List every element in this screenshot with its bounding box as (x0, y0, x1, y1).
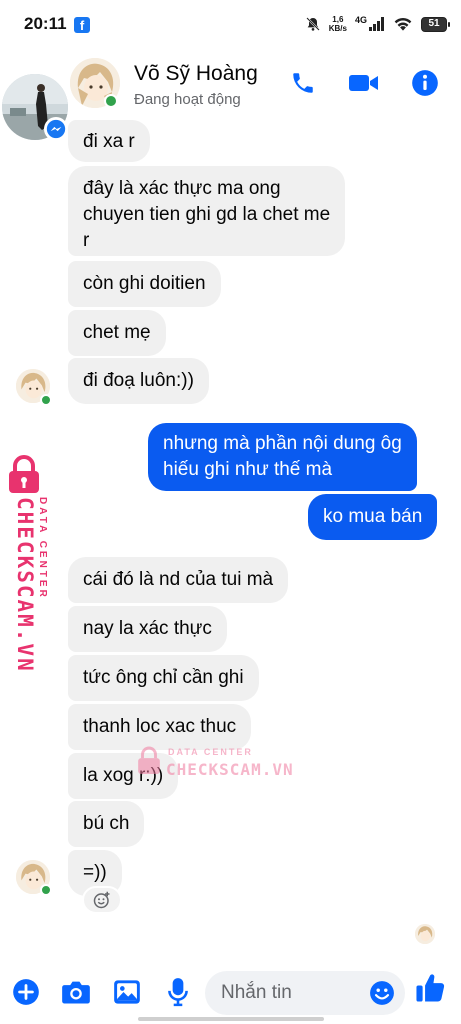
video-icon (349, 75, 378, 91)
message-input[interactable]: Nhắn tin (205, 971, 405, 1015)
message-bubble-outgoing[interactable]: nhưng mà phần nội dung ôg hiếu ghi như t… (148, 423, 417, 491)
watermark-side-main: CHECKSCAM.VN (13, 497, 37, 673)
conversation-header: Võ Sỹ Hoàng Đang hoạt động (0, 50, 461, 116)
online-indicator (40, 394, 52, 406)
message-bubble-incoming[interactable]: còn ghi doitien (68, 261, 221, 307)
like-icon (416, 974, 445, 1002)
network-type: 4G (354, 15, 367, 25)
mute-icon (306, 17, 320, 31)
voice-call-button[interactable] (288, 68, 318, 98)
lock-watermark-icon (9, 455, 39, 493)
home-indicator[interactable] (138, 1017, 324, 1021)
watermark-side-top: DATA CENTER (37, 497, 48, 600)
add-reaction-icon (93, 891, 110, 909)
emoji-icon (370, 981, 394, 1005)
battery-icon: 51 (421, 16, 450, 32)
message-text-line: hiếu ghi như thế mà (163, 459, 333, 480)
message-text: đi xa r (83, 131, 135, 152)
conversation-info-button[interactable] (410, 68, 440, 98)
lock-watermark-icon (138, 746, 160, 774)
message-text: cái đó là nd của tui mà (83, 569, 274, 590)
online-indicator (104, 94, 118, 108)
status-bar: 20:11 f 1,6 KB/s 4G 51 (0, 0, 461, 50)
camera-icon (62, 981, 90, 1004)
message-bubble-incoming[interactable]: đây là xác thực ma ong chuyen tien ghi g… (68, 166, 346, 256)
signal-icon: 4G (354, 15, 385, 31)
message-text: bú ch (83, 813, 130, 834)
mic-icon (168, 978, 188, 1007)
message-bubble-incoming[interactable]: cái đó là nd của tui mà (68, 557, 289, 603)
message-bubble-incoming[interactable]: đi xa r (68, 120, 150, 162)
wifi-icon (394, 17, 412, 31)
message-bubble-incoming[interactable]: bú ch (68, 801, 145, 847)
phone-icon (293, 73, 313, 93)
plus-icon (13, 979, 39, 1005)
watermark-side: DATA CENTER CHECKSCAM.VN (4, 455, 48, 673)
watermark-center-main: CHECKSCAM.VN (166, 760, 294, 779)
message-text: nay la xác thực (83, 618, 212, 639)
messenger-badge (44, 117, 68, 141)
network-speed: 1,6 KB/s (329, 15, 347, 33)
message-bubble-incoming[interactable]: đi đoạ luôn:)) (68, 358, 209, 404)
message-composer: Nhắn tin (0, 966, 461, 1024)
add-reaction-button[interactable] (82, 886, 122, 914)
message-text: thanh loc xac thuc (83, 716, 237, 737)
gallery-button[interactable] (111, 976, 143, 1008)
message-bubble-incoming[interactable]: nay la xác thực (68, 606, 227, 652)
contact-status: Đang hoạt động (134, 91, 241, 108)
camera-button[interactable] (60, 976, 92, 1008)
contact-name[interactable]: Võ Sỹ Hoàng (134, 62, 258, 86)
facebook-notification-icon: f (74, 17, 90, 33)
message-text-line: nhưng mà phần nội dung ôg (163, 433, 402, 454)
message-text: đi đoạ luôn:)) (83, 370, 194, 391)
message-input-placeholder: Nhắn tin (221, 982, 292, 1003)
message-bubble-incoming[interactable]: chet mẹ (68, 310, 166, 356)
like-button[interactable] (414, 972, 446, 1004)
message-text: ko mua bán (323, 506, 423, 527)
message-text-line: chuyen tien ghi gd la chet me (83, 204, 331, 225)
message-text: còn ghi doitien (83, 273, 206, 294)
seen-receipt-avatar (415, 924, 435, 944)
message-text-line: r (83, 230, 90, 251)
network-speed-unit: KB/s (328, 24, 347, 33)
message-text: =)) (83, 862, 107, 883)
watermark-center: DATA CENTER CHECKSCAM.VN (136, 744, 306, 784)
video-call-button[interactable] (347, 68, 381, 98)
message-bubble-outgoing[interactable]: ko mua bán (308, 494, 438, 540)
emoji-button[interactable] (369, 980, 395, 1011)
message-text: tức ông chỉ cần ghi (83, 667, 244, 688)
message-text-line: đây là xác thực ma ong (83, 178, 281, 199)
voice-message-button[interactable] (162, 976, 194, 1008)
status-time: 20:11 (24, 14, 67, 33)
gallery-icon (114, 980, 140, 1004)
status-icons: 1,6 KB/s 4G 51 (305, 13, 450, 35)
messenger-icon (46, 119, 66, 139)
watermark-center-top: DATA CENTER (168, 747, 253, 757)
message-text: chet mẹ (83, 322, 151, 343)
info-icon (412, 70, 438, 96)
online-indicator (40, 884, 52, 896)
more-actions-button[interactable] (10, 976, 42, 1008)
watermark-side-text: DATA CENTER CHECKSCAM.VN (13, 497, 48, 673)
message-bubble-incoming[interactable]: tức ông chỉ cần ghi (68, 655, 259, 701)
network-speed-value: 1,6 (332, 15, 344, 24)
